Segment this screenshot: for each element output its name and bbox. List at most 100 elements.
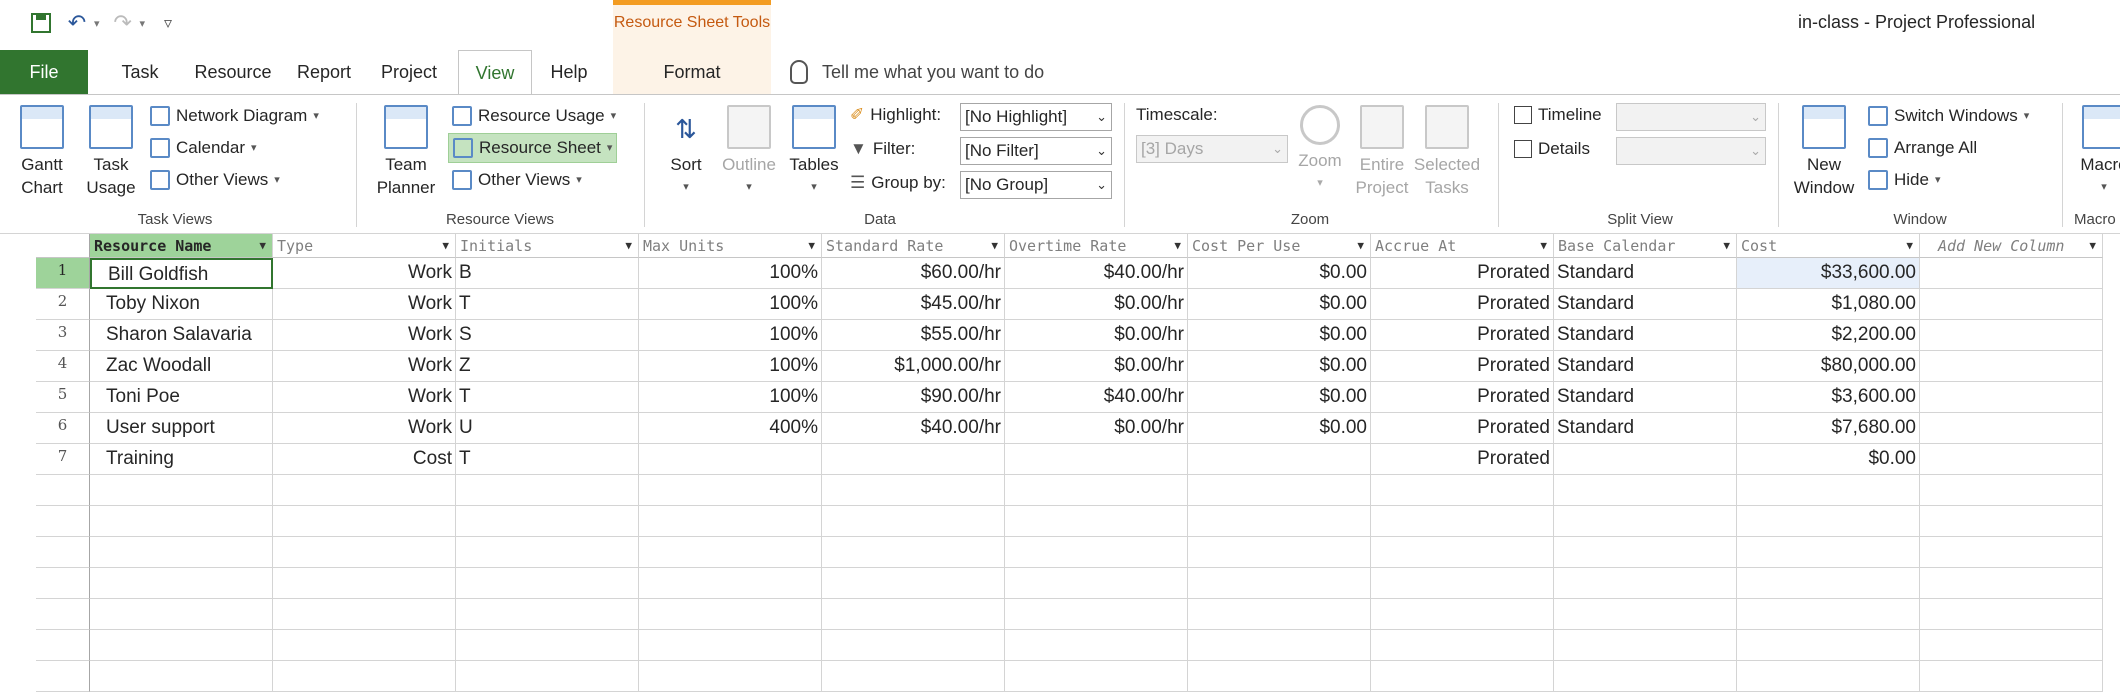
cell-standard-rate[interactable] <box>822 630 1005 661</box>
cell-type[interactable] <box>273 630 456 661</box>
resource-sheet-button[interactable]: Resource Sheet ▾ <box>448 133 618 163</box>
cell-type[interactable] <box>273 568 456 599</box>
details-checkbox-row[interactable]: Details <box>1514 139 1590 159</box>
save-icon[interactable] <box>28 10 54 36</box>
cell-accrue-at[interactable] <box>1371 630 1554 661</box>
cell-type[interactable] <box>273 537 456 568</box>
column-header-add-new[interactable]: Add New Column ▼ <box>1920 234 2103 258</box>
cell-overtime-rate[interactable]: $0.00/hr <box>1005 320 1188 351</box>
cell-type[interactable]: Work <box>273 351 456 382</box>
row-number[interactable] <box>36 568 90 599</box>
filter-arrow-icon[interactable]: ▼ <box>808 234 815 257</box>
sort-button[interactable]: ⇅ Sort ▾ <box>660 105 712 199</box>
row-number[interactable] <box>36 537 90 568</box>
cell-accrue-at[interactable]: Prorated <box>1371 289 1554 320</box>
cell-resource-name[interactable]: Training <box>90 444 273 475</box>
column-header-cost-per-use[interactable]: Cost Per Use ▼ <box>1188 234 1371 258</box>
row-number[interactable] <box>36 475 90 506</box>
filter-select[interactable]: [No Filter] ⌄ <box>960 137 1112 165</box>
cell-accrue-at[interactable] <box>1371 661 1554 692</box>
cell-type[interactable]: Work <box>273 382 456 413</box>
tables-button[interactable]: Tables ▾ <box>786 105 842 199</box>
row-number[interactable] <box>36 661 90 692</box>
filter-arrow-icon[interactable]: ▼ <box>1357 234 1364 257</box>
tab-project[interactable]: Project <box>368 50 450 94</box>
column-header-initials[interactable]: Initials ▼ <box>456 234 639 258</box>
cell-new-column[interactable] <box>1920 258 2103 289</box>
outline-button[interactable]: Outline ▾ <box>718 105 780 199</box>
tab-file[interactable]: File <box>0 50 88 94</box>
cell-max-units[interactable] <box>639 630 822 661</box>
undo-dropdown-icon[interactable]: ▾ <box>94 17 100 30</box>
cell-overtime-rate[interactable]: $40.00/hr <box>1005 258 1188 289</box>
cell-overtime-rate[interactable] <box>1005 661 1188 692</box>
cell-resource-name[interactable]: User support <box>90 413 273 444</box>
cell-base-calendar[interactable] <box>1554 599 1737 630</box>
cell-accrue-at[interactable] <box>1371 599 1554 630</box>
redo-icon[interactable]: ↷ <box>110 10 136 36</box>
row-number[interactable] <box>36 599 90 630</box>
cell-initials[interactable]: U <box>456 413 639 444</box>
cell-cost[interactable] <box>1737 537 1920 568</box>
customize-toolbar-icon[interactable]: ▿ <box>155 10 181 36</box>
calendar-button[interactable]: Calendar ▾ <box>146 133 261 163</box>
filter-arrow-icon[interactable]: ▼ <box>991 234 998 257</box>
cell-type[interactable]: Work <box>273 320 456 351</box>
cell-accrue-at[interactable]: Prorated <box>1371 351 1554 382</box>
cell-cost-per-use[interactable]: $0.00 <box>1188 351 1371 382</box>
cell-overtime-rate[interactable]: $0.00/hr <box>1005 289 1188 320</box>
cell-base-calendar[interactable] <box>1554 537 1737 568</box>
cell-overtime-rate[interactable] <box>1005 630 1188 661</box>
cell-accrue-at[interactable]: Prorated <box>1371 382 1554 413</box>
cell-overtime-rate[interactable] <box>1005 568 1188 599</box>
timeline-view-select[interactable]: ⌄ <box>1616 103 1766 131</box>
cell-resource-name[interactable] <box>90 568 273 599</box>
cell-resource-name[interactable] <box>90 506 273 537</box>
cell-standard-rate[interactable] <box>822 568 1005 599</box>
timeline-checkbox[interactable] <box>1514 106 1532 124</box>
cell-initials[interactable]: T <box>456 289 639 320</box>
undo-icon[interactable]: ↶ <box>64 10 90 36</box>
cell-max-units[interactable]: 100% <box>639 320 822 351</box>
cell-new-column[interactable] <box>1920 475 2103 506</box>
cell-cost[interactable]: $7,680.00 <box>1737 413 1920 444</box>
cell-resource-name[interactable] <box>90 599 273 630</box>
cell-base-calendar[interactable] <box>1554 568 1737 599</box>
row-number[interactable] <box>36 630 90 661</box>
cell-initials[interactable] <box>456 537 639 568</box>
arrange-all-button[interactable]: Arrange All <box>1864 133 1981 163</box>
resource-other-views-button[interactable]: Other Views ▾ <box>448 165 586 195</box>
cell-type[interactable]: Work <box>273 289 456 320</box>
cell-new-column[interactable] <box>1920 351 2103 382</box>
cell-cost[interactable] <box>1737 568 1920 599</box>
cell-new-column[interactable] <box>1920 289 2103 320</box>
filter-arrow-icon[interactable]: ▼ <box>1906 234 1913 257</box>
cell-resource-name[interactable] <box>90 537 273 568</box>
cell-initials[interactable] <box>456 661 639 692</box>
cell-type[interactable]: Work <box>273 258 456 289</box>
tab-report[interactable]: Report <box>284 50 364 94</box>
select-all-corner[interactable] <box>36 234 90 258</box>
cell-accrue-at[interactable]: Prorated <box>1371 320 1554 351</box>
cell-standard-rate[interactable] <box>822 537 1005 568</box>
cell-standard-rate[interactable]: $90.00/hr <box>822 382 1005 413</box>
macros-button[interactable]: Macro ▾ <box>2074 105 2120 199</box>
selected-tasks-button[interactable]: Selected Tasks <box>1410 105 1484 199</box>
cell-resource-name[interactable]: Sharon Salavaria <box>90 320 273 351</box>
timescale-select[interactable]: [3] Days ⌄ <box>1136 135 1288 163</box>
cell-base-calendar[interactable] <box>1554 444 1737 475</box>
column-header-type[interactable]: Type ▼ <box>273 234 456 258</box>
row-number[interactable]: 5 <box>36 382 90 413</box>
cell-new-column[interactable] <box>1920 599 2103 630</box>
cell-cost[interactable]: $0.00 <box>1737 444 1920 475</box>
switch-windows-button[interactable]: Switch Windows ▾ <box>1864 101 2033 131</box>
cell-base-calendar[interactable] <box>1554 630 1737 661</box>
cell-standard-rate[interactable]: $55.00/hr <box>822 320 1005 351</box>
team-planner-button[interactable]: Team Planner <box>370 105 442 199</box>
cell-type[interactable] <box>273 506 456 537</box>
filter-arrow-icon[interactable]: ▼ <box>625 234 632 257</box>
cell-base-calendar[interactable] <box>1554 475 1737 506</box>
tell-me-box[interactable]: Tell me what you want to do <box>790 50 1044 94</box>
cell-cost[interactable] <box>1737 661 1920 692</box>
cell-new-column[interactable] <box>1920 661 2103 692</box>
